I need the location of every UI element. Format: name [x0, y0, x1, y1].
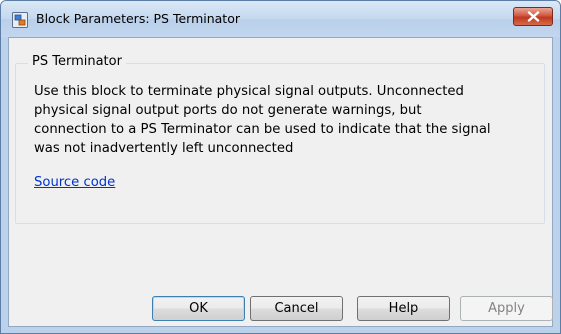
group-title: PS Terminator: [28, 54, 126, 69]
title-bar[interactable]: Block Parameters: PS Terminator: [1, 1, 560, 37]
close-button[interactable]: [513, 7, 553, 26]
description-line: physical signal output ports do not gene…: [34, 103, 422, 118]
description-line: Use this block to terminate physical sig…: [34, 84, 464, 99]
apply-button[interactable]: Apply: [460, 296, 553, 321]
block-description: Use this block to terminate physical sig…: [34, 82, 539, 158]
description-line: was not inadvertently left unconnected: [34, 141, 294, 156]
simulink-block-icon: [12, 12, 28, 28]
source-code-link[interactable]: Source code: [34, 175, 115, 190]
description-line: connection to a PS Terminator can be use…: [34, 122, 491, 137]
cancel-button[interactable]: Cancel: [250, 296, 343, 321]
window-title: Block Parameters: PS Terminator: [36, 11, 240, 26]
help-button[interactable]: Help: [357, 296, 450, 321]
ok-button[interactable]: OK: [152, 296, 245, 321]
close-icon: [527, 11, 540, 22]
